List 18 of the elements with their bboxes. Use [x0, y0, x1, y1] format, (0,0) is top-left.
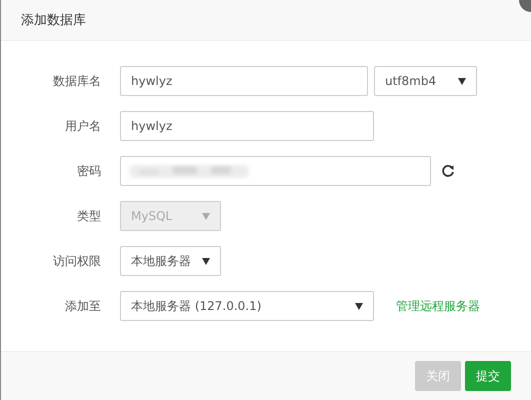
password-field[interactable]	[120, 156, 431, 186]
refresh-icon[interactable]	[441, 164, 455, 178]
dropdown[interactable]: 本地服务器 (127.0.0.1)	[120, 291, 374, 321]
field-label: 密码	[76, 162, 101, 180]
field-label: 访问权限	[52, 252, 101, 270]
field-label: 数据库名	[52, 72, 101, 90]
caret-icon	[458, 78, 466, 84]
text-field[interactable]: hywlyz	[120, 111, 374, 141]
field-label: 类型	[76, 208, 101, 224]
caret-icon	[202, 258, 210, 264]
caret-icon	[355, 302, 363, 310]
dropdown[interactable]: utf8mb4	[374, 66, 477, 96]
caret-icon	[202, 212, 210, 220]
field-label: 用户名	[64, 118, 101, 134]
dropdown[interactable]: 本地服务器	[120, 246, 221, 276]
text-field[interactable]: hywlyz	[120, 66, 368, 96]
field-label: 添加至	[64, 298, 101, 314]
dialog-title: 添加数据库	[21, 12, 86, 29]
